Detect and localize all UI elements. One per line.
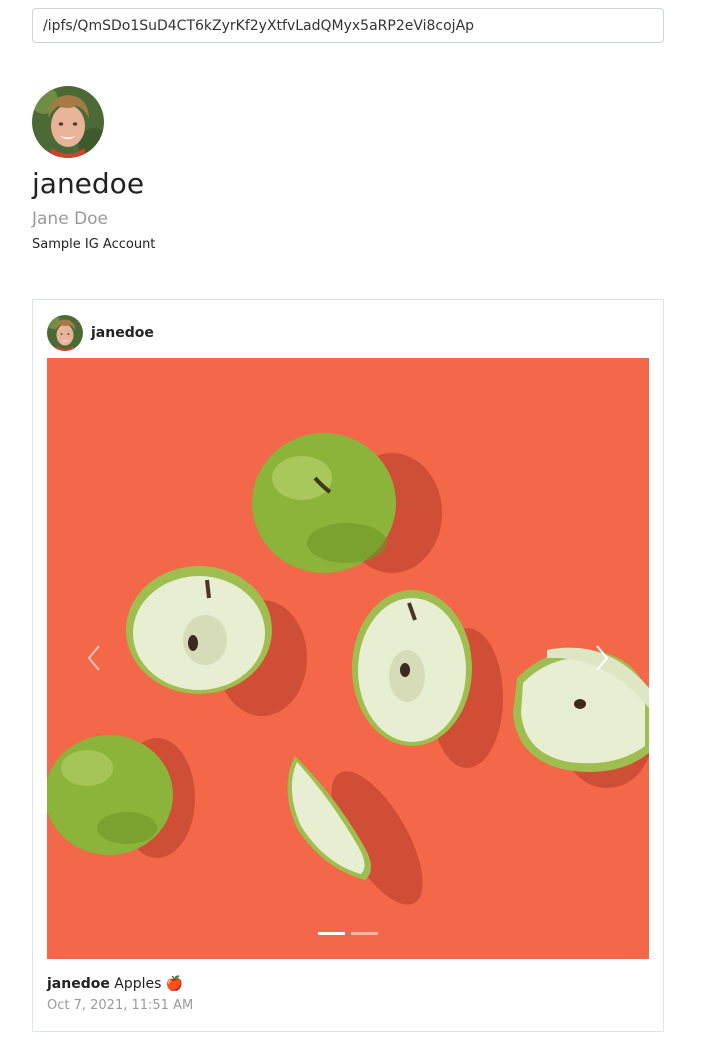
post-username[interactable]: janedoe xyxy=(91,325,154,341)
page: janedoe Jane Doe Sample IG Account janed… xyxy=(0,0,718,1063)
post-avatar[interactable] xyxy=(47,315,83,351)
carousel-indicator-2[interactable] xyxy=(351,932,378,935)
carousel-prev-button[interactable] xyxy=(79,638,109,678)
chevron-left-icon xyxy=(87,645,100,671)
chevron-right-icon xyxy=(596,645,609,671)
profile-header: janedoe Jane Doe Sample IG Account xyxy=(32,86,692,254)
apples-photo xyxy=(47,358,649,959)
caption-text: Apples 🍎 xyxy=(114,976,184,992)
post-image-carousel[interactable] xyxy=(47,358,649,959)
carousel-next-button[interactable] xyxy=(587,638,617,678)
post-caption: janedoe Apples 🍎 xyxy=(47,975,183,993)
carousel-indicators xyxy=(47,932,649,935)
carousel-indicator-1[interactable] xyxy=(318,932,345,935)
profile-username: janedoe xyxy=(32,167,145,200)
address-input[interactable] xyxy=(32,8,664,43)
profile-bio: Sample IG Account xyxy=(32,237,156,252)
post-timestamp: Oct 7, 2021, 11:51 AM xyxy=(47,998,194,1013)
avatar xyxy=(32,86,104,158)
profile-full-name: Jane Doe xyxy=(32,209,109,229)
post-header: janedoe xyxy=(47,315,154,351)
caption-username[interactable]: janedoe xyxy=(47,976,110,992)
post-card: janedoe janedoe Apples 🍎 Oct 7, 2021, 11… xyxy=(32,299,664,1032)
